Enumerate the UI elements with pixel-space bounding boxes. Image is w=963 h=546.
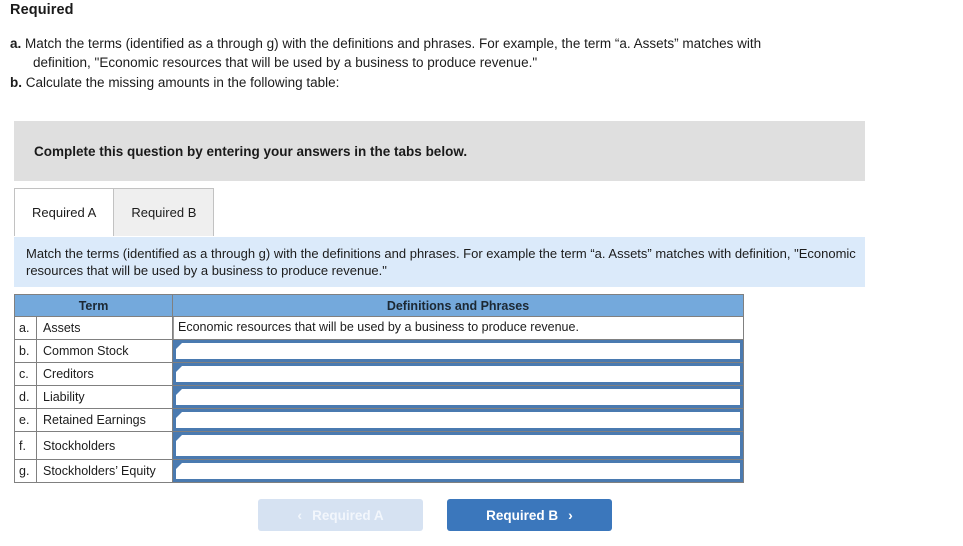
definition-dropdown-c[interactable]	[173, 363, 744, 385]
table-header-row: Term Definitions and Phrases	[13, 294, 745, 317]
table-row: d. Liability	[14, 385, 745, 409]
requirement-marker-b: b.	[10, 75, 22, 90]
row-definition-cell	[172, 408, 745, 432]
row-term: Retained Earnings	[35, 408, 174, 432]
row-letter: b.	[14, 339, 37, 363]
table-row: b. Common Stock	[14, 339, 745, 363]
row-term: Common Stock	[35, 339, 174, 363]
row-term: Stockholders	[35, 431, 174, 460]
row-letter: c.	[14, 362, 37, 386]
table-row: e. Retained Earnings	[14, 408, 745, 432]
row-definition-cell	[172, 362, 745, 386]
row-letter: a.	[14, 316, 37, 340]
requirement-item-b: b. Calculate the missing amounts in the …	[10, 73, 950, 92]
definition-dropdown-b[interactable]	[173, 340, 744, 362]
requirement-continuation-a: definition, "Economic resources that wil…	[33, 55, 538, 70]
row-definition-text: Economic resources that will be used by …	[173, 317, 743, 339]
table-row: a. Assets Economic resources that will b…	[14, 316, 745, 340]
tab-required-b-label: Required B	[131, 205, 197, 220]
navigation-buttons: ‹ Required A Required B ›	[258, 499, 612, 531]
definition-dropdown-d[interactable]	[173, 386, 744, 408]
table-row: c. Creditors	[14, 362, 745, 386]
row-definition-cell	[172, 431, 745, 460]
tab-bar: Required A Required B	[14, 188, 215, 236]
row-term: Stockholders’ Equity	[35, 459, 174, 483]
row-term: Creditors	[35, 362, 174, 386]
instruction-banner-text: Complete this question by entering your …	[34, 143, 468, 159]
requirements-list: a. Match the terms (identified as a thro…	[10, 34, 950, 93]
row-term: Assets	[35, 316, 174, 340]
chevron-right-icon: ›	[568, 507, 573, 523]
row-definition-cell	[172, 459, 745, 483]
page-title: Required	[10, 2, 74, 18]
row-term: Liability	[35, 385, 174, 409]
definition-dropdown-f[interactable]	[173, 432, 744, 459]
column-header-definitions: Definitions and Phrases	[172, 294, 745, 317]
previous-required-a-button[interactable]: ‹ Required A	[258, 499, 423, 531]
column-header-term: Term	[13, 294, 174, 317]
definition-dropdown-e[interactable]	[173, 409, 744, 431]
next-button-label: Required B	[486, 507, 559, 523]
requirement-text-b: Calculate the missing amounts in the fol…	[25, 75, 340, 90]
tab-instruction-panel: Match the terms (identified as a through…	[14, 237, 865, 287]
chevron-left-icon: ‹	[297, 507, 303, 523]
requirement-text-a: Match the terms (identified as a through…	[25, 36, 762, 51]
tab-required-b[interactable]: Required B	[113, 188, 215, 236]
row-letter: f.	[14, 431, 37, 460]
row-letter: d.	[14, 385, 37, 409]
requirement-marker-a: a.	[10, 36, 22, 51]
row-letter: g.	[14, 459, 37, 483]
definition-dropdown-g[interactable]	[173, 460, 744, 482]
tab-required-a-label: Required A	[32, 205, 97, 220]
tab-instruction-text: Match the terms (identified as a through…	[26, 246, 856, 278]
table-row: f. Stockholders	[14, 431, 745, 460]
matching-table: Term Definitions and Phrases a. Assets E…	[13, 294, 745, 483]
row-definition-cell	[172, 385, 745, 409]
table-row: g. Stockholders’ Equity	[14, 459, 745, 483]
instruction-banner: Complete this question by entering your …	[14, 121, 865, 181]
tab-required-a[interactable]: Required A	[14, 188, 115, 236]
requirement-item-a: a. Match the terms (identified as a thro…	[10, 34, 950, 72]
row-definition-cell	[172, 339, 745, 363]
next-required-b-button[interactable]: Required B ›	[447, 499, 612, 531]
matching-table-body: a. Assets Economic resources that will b…	[14, 316, 745, 483]
row-letter: e.	[14, 408, 37, 432]
previous-button-label: Required A	[312, 507, 384, 523]
row-definition-cell: Economic resources that will be used by …	[172, 316, 745, 340]
